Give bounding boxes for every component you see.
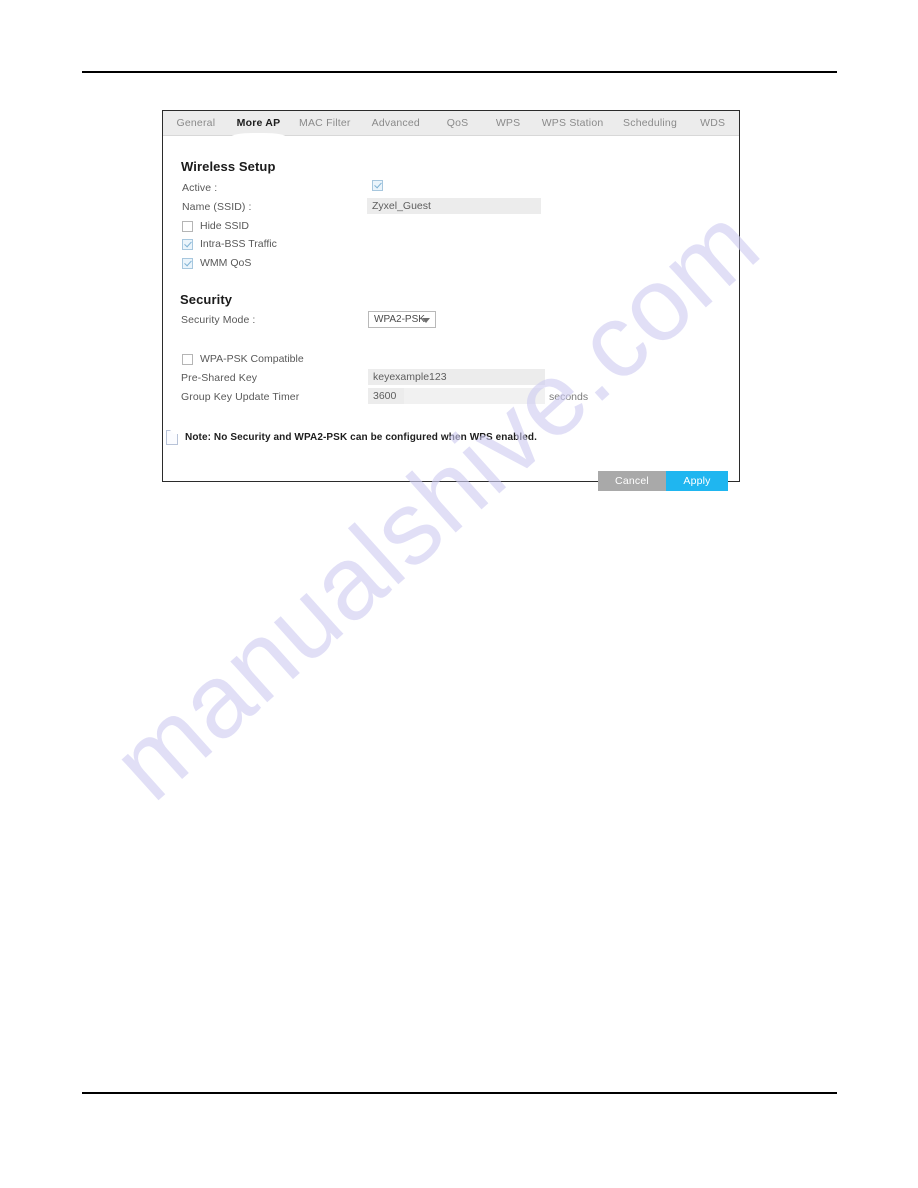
active-label: Active : bbox=[182, 182, 218, 194]
intra-bss-traffic-checkbox[interactable] bbox=[182, 238, 193, 250]
intra-bss-traffic-row[interactable]: Intra-BSS Traffic bbox=[182, 238, 277, 250]
footer-rule bbox=[82, 1092, 837, 1094]
group-key-update-timer-filler bbox=[404, 388, 545, 404]
hide-ssid-checkbox[interactable] bbox=[182, 220, 193, 232]
tab-general[interactable]: General bbox=[165, 111, 227, 136]
tab-mac-filter[interactable]: MAC Filter bbox=[290, 111, 359, 136]
wireless-setup-heading: Wireless Setup bbox=[181, 159, 276, 174]
pre-shared-key-label: Pre-Shared Key bbox=[181, 372, 258, 384]
tab-more-ap[interactable]: More AP bbox=[227, 111, 291, 137]
wmm-qos-row[interactable]: WMM QoS bbox=[182, 257, 251, 269]
wmm-qos-label: WMM QoS bbox=[200, 257, 252, 269]
active-checkbox[interactable] bbox=[372, 180, 383, 191]
tab-wds[interactable]: WDS bbox=[688, 111, 737, 136]
note-row: Note: No Security and WPA2-PSK can be co… bbox=[166, 430, 537, 445]
tab-advanced[interactable]: Advanced bbox=[359, 111, 432, 136]
group-key-update-timer-unit: seconds bbox=[549, 391, 589, 403]
chevron-down-icon bbox=[422, 317, 430, 323]
apply-button[interactable]: Apply bbox=[666, 471, 728, 491]
router-config-panel: General More AP MAC Filter Advanced QoS … bbox=[162, 110, 740, 491]
group-key-update-timer-input[interactable]: 3600 bbox=[368, 388, 404, 404]
security-mode-value: WPA2-PSK bbox=[374, 314, 425, 325]
document-icon bbox=[166, 430, 178, 445]
pre-shared-key-input[interactable] bbox=[368, 369, 545, 385]
security-mode-select[interactable]: WPA2-PSK bbox=[368, 311, 436, 328]
security-mode-label: Security Mode : bbox=[181, 314, 256, 326]
cancel-button[interactable]: Cancel bbox=[598, 471, 666, 491]
intra-bss-traffic-label: Intra-BSS Traffic bbox=[200, 238, 277, 250]
group-key-update-timer-label: Group Key Update Timer bbox=[181, 391, 300, 403]
hide-ssid-label: Hide SSID bbox=[200, 220, 250, 232]
wmm-qos-checkbox[interactable] bbox=[182, 257, 193, 269]
wpa-psk-compatible-row[interactable]: WPA-PSK Compatible bbox=[182, 353, 304, 365]
tab-wps[interactable]: WPS bbox=[483, 111, 534, 136]
panel-body: Wireless Setup Active : Name (SSID) : Hi… bbox=[163, 136, 739, 491]
tab-wps-station[interactable]: WPS Station bbox=[533, 111, 611, 136]
wpa-psk-compatible-label: WPA-PSK Compatible bbox=[200, 353, 304, 365]
security-heading: Security bbox=[180, 292, 233, 307]
note-text: Note: No Security and WPA2-PSK can be co… bbox=[185, 432, 538, 443]
ssid-label: Name (SSID) : bbox=[182, 201, 252, 213]
ssid-input[interactable] bbox=[367, 198, 541, 214]
tab-qos[interactable]: QoS bbox=[432, 111, 483, 136]
checkbox-box[interactable] bbox=[372, 180, 383, 191]
tab-scheduling[interactable]: Scheduling bbox=[612, 111, 689, 136]
hide-ssid-row[interactable]: Hide SSID bbox=[182, 220, 249, 232]
wpa-psk-compatible-checkbox[interactable] bbox=[182, 353, 193, 365]
header-rule bbox=[82, 71, 837, 73]
tab-bar: General More AP MAC Filter Advanced QoS … bbox=[163, 111, 739, 137]
